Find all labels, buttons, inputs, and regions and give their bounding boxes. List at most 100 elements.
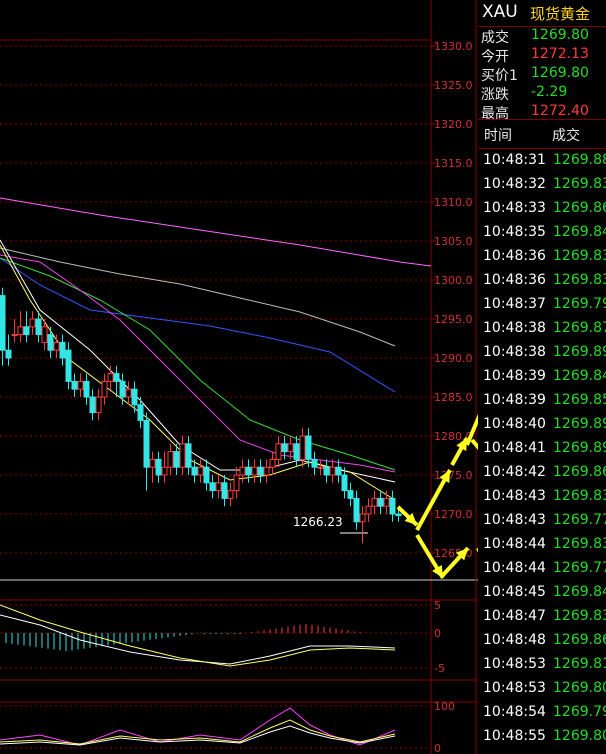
tick-price: 1269.81 [553,656,606,672]
candle-body [209,482,216,492]
price-axis-label: 1295.0 [434,313,473,326]
tick-time: 10:48:31 [483,152,546,168]
tick-price: 1269.84 [553,368,606,384]
tick-row[interactable]: 10:48:38 1269.87 [478,317,606,341]
tick-row[interactable]: 10:48:39 1269.85 [478,389,606,413]
tick-price: 1269.77 [553,560,606,576]
tick-row[interactable]: 10:48:38 1269.89 [478,341,606,365]
quote-label: 今开 [481,49,509,65]
tick-row[interactable]: 10:48:43 1269.83 [478,485,606,509]
instrument-symbol: XAU [482,2,518,22]
tick-time: 10:48:36 [483,248,546,264]
ticks-header-time: 时间 [484,128,512,144]
tick-row[interactable]: 10:48:45 1269.84 [478,581,606,605]
tick-row[interactable]: 10:48:54 1269.79 [478,701,606,725]
candle-body [197,466,204,476]
ticks-header-deal: 成交 [552,128,580,144]
tick-row[interactable]: 10:48:33 1269.86 [478,197,606,221]
candle-body [245,466,252,476]
tick-price: 1269.83 [553,608,606,624]
tick-price: 1269.89 [553,440,606,456]
tick-time: 10:48:39 [483,392,546,408]
tick-row[interactable]: 10:48:55 1269.80 [478,725,606,749]
price-axis-label: 1300.0 [434,274,473,287]
tick-time: 10:48:54 [483,704,546,720]
tick-row[interactable]: 10:48:44 1269.77 [478,557,606,581]
tick-row[interactable]: 10:48:36 1269.83 [478,245,606,269]
candle-body [275,443,282,460]
tick-row[interactable]: 10:48:43 1269.77 [478,509,606,533]
tick-row[interactable]: 10:48:44 1269.83 [478,533,606,557]
moving-average-line [0,254,396,473]
chart-area[interactable]: 1330.0 1325.0 1320.0 1315.0 1310.0 1305.0 1300… [0,0,478,754]
tick-time: 10:48:47 [483,608,546,624]
candle-body [317,466,324,469]
tick-price: 1269.86 [553,200,606,216]
quote-label: 成交 [481,30,509,46]
tick-row[interactable]: 10:48:42 1269.86 [478,461,606,485]
candle-body [293,443,300,460]
quote-row: 买价1 1269.80 [478,65,606,84]
tick-price: 1269.80 [553,680,606,696]
candle-body [185,443,192,468]
tick-price: 1269.89 [553,344,606,360]
tick-time: 10:48:36 [483,272,546,288]
tick-time: 10:48:35 [483,224,546,240]
moving-average-line [0,257,396,471]
candle-body [59,341,66,359]
tick-row[interactable]: 10:48:47 1269.83 [478,605,606,629]
quote-row: 涨跌 -2.29 [478,84,606,103]
tick-price: 1269.80 [553,728,606,744]
candle-body [47,334,54,351]
tick-time: 10:48:44 [483,560,546,576]
candle-body [227,490,234,499]
tick-row[interactable]: 10:48:35 1269.84 [478,221,606,245]
candle-body [119,380,126,398]
tick-time: 10:48:44 [483,536,546,552]
tick-time: 10:48:38 [483,344,546,360]
tick-row[interactable]: 10:48:41 1269.89 [478,437,606,461]
price-axis-label: 1330.0 [434,40,473,53]
tick-price: 1269.85 [553,392,606,408]
quote-label: 涨跌 [481,87,509,103]
candle-body [143,419,150,468]
tick-row[interactable]: 10:48:40 1269.89 [478,413,606,437]
candle-body [353,497,360,523]
tick-price: 1269.79 [553,296,606,312]
tick-price: 1269.83 [553,536,606,552]
candle-body [107,373,114,382]
candle-body [191,466,198,476]
macd-dea-line [0,604,396,667]
tick-time: 10:48:53 [483,656,546,672]
tick-row[interactable]: 10:48:37 1269.79 [478,293,606,317]
tick-time: 10:48:43 [483,512,546,528]
tick-time: 10:48:48 [483,632,546,648]
price-axis-label: 1290.0 [434,352,473,365]
tick-row[interactable]: 10:48:36 1269.83 [478,269,606,293]
quote-row: 成交 1269.80 [478,27,606,46]
candle-body [299,435,306,460]
tick-row[interactable]: 10:48:32 1269.83 [478,173,606,197]
candle-body [29,318,36,328]
tick-price: 1269.83 [553,488,606,504]
candle-body [287,443,294,453]
kdj-axis-label: 100 [434,700,455,713]
quote-label: 买价1 [481,68,518,84]
tick-row[interactable]: 10:48:53 1269.80 [478,677,606,701]
candle-body [215,482,222,492]
tick-price: 1269.86 [553,632,606,648]
instrument-header: XAU 现货黄金 [478,0,606,27]
tick-row[interactable]: 10:48:53 1269.81 [478,653,606,677]
candle-body [125,388,132,398]
candle-body [281,443,288,453]
candle-body [0,295,6,351]
tick-time: 10:48:38 [483,320,546,336]
candle-body [305,435,312,460]
candle-body [41,326,48,343]
tick-row[interactable]: 10:48:31 1269.88 [478,149,606,173]
candle-body [161,466,168,476]
candle-body [311,458,318,468]
tick-row[interactable]: 10:48:48 1269.86 [478,629,606,653]
tick-price: 1269.77 [553,512,606,528]
tick-row[interactable]: 10:48:39 1269.84 [478,365,606,389]
